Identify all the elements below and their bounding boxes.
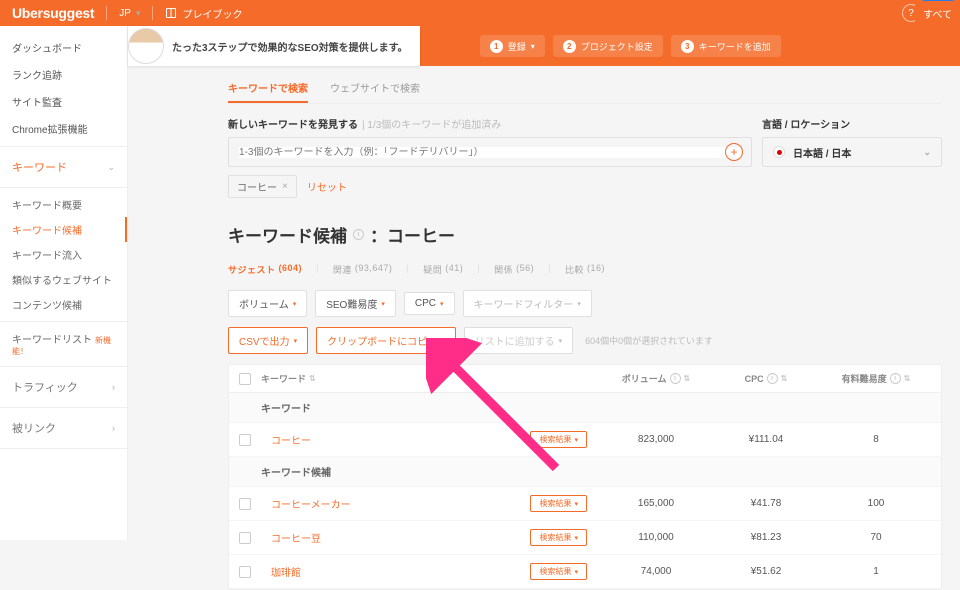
keyword-chip[interactable]: コーヒー× [228, 175, 297, 198]
keyword-link[interactable]: コーヒーメーカー [261, 496, 530, 511]
logo[interactable]: Ubersuggest [12, 5, 94, 21]
col-cpc[interactable]: CPCi⇅ [711, 373, 821, 384]
filter-seo[interactable]: SEO難易度▾ [315, 290, 396, 317]
keyword-input[interactable] [239, 147, 741, 158]
sidebar-item-chrome[interactable]: Chrome拡張機能 [0, 115, 127, 142]
subtab-questions[interactable]: 疑問 (41) [423, 263, 463, 276]
page-title: キーワード候補i：コーヒー [228, 222, 942, 247]
add-keyword-button[interactable]: + [725, 143, 743, 161]
chevron-right-icon: › [112, 423, 115, 433]
sidebar-section-traffic[interactable]: トラフィック› [0, 371, 127, 403]
info-icon[interactable]: i [353, 229, 364, 240]
cell-volume: 823,000 [601, 434, 711, 445]
step-text: たった3ステップで効果的なSEO対策を提供します。 [172, 39, 408, 54]
lang-label: 言語 / ロケーション [762, 120, 850, 131]
sidebar-item-dashboard[interactable]: ダッシュボード [0, 34, 127, 61]
book-icon [165, 7, 177, 19]
sidebar-section-keyword[interactable]: キーワード⌄ [0, 151, 127, 183]
chevron-down-icon: ⌄ [107, 162, 115, 173]
subtab-related[interactable]: 関連 (93,647) [333, 263, 393, 276]
beta-badge: BETA [922, 0, 954, 1]
lang-switch[interactable]: JP ▾ [119, 8, 140, 19]
chevron-right-icon: › [112, 382, 115, 392]
tab-keyword-search[interactable]: キーワードで検索 [228, 80, 308, 103]
sidebar-sub-similar[interactable]: 類似するウェブサイト [0, 267, 127, 292]
avatar [128, 28, 164, 64]
cell-cpc: ¥111.04 [711, 434, 821, 445]
col-volume[interactable]: ボリュームi⇅ [601, 372, 711, 385]
lang-select[interactable]: 日本語 / 日本 ⌄ [762, 137, 942, 167]
table-row: コーヒー豆 検索結果▾ 110,000 ¥81.23 70 [229, 521, 941, 555]
selection-count: 604個中0個が選択されています [585, 334, 713, 347]
row-checkbox[interactable] [239, 566, 251, 578]
serp-badge[interactable]: 検索結果▾ [530, 495, 587, 512]
step-add-keyword[interactable]: 3キーワードを追加 [671, 35, 781, 57]
jp-flag-icon [773, 146, 785, 158]
sidebar-keyword-list[interactable]: キーワードリスト新機能！ [0, 326, 127, 362]
cell-diff: 8 [821, 434, 931, 445]
col-difficulty[interactable]: 有料難易度i⇅ [821, 372, 931, 385]
col-keyword[interactable]: キーワード⇅ [261, 372, 601, 385]
filter-cpc[interactable]: CPC▾ [404, 292, 455, 315]
add-to-list-button[interactable]: リストに追加する▾ [464, 327, 574, 354]
row-checkbox[interactable] [239, 532, 251, 544]
export-csv-button[interactable]: CSVで出力▾ [228, 327, 308, 354]
sidebar-sub-overview[interactable]: キーワード概要 [0, 192, 127, 217]
sidebar: ダッシュボード ランク追跡 サイト監査 Chrome拡張機能 キーワード⌄ キー… [0, 26, 128, 540]
sidebar-sub-traffic[interactable]: キーワード流入 [0, 242, 127, 267]
serp-badge[interactable]: 検索結果▾ [530, 431, 587, 448]
info-icon[interactable]: i [670, 373, 681, 384]
keyword-link[interactable]: コーヒー [261, 432, 530, 447]
results-table: キーワード⇅ ボリュームi⇅ CPCi⇅ 有料難易度i⇅ キーワード コーヒー … [228, 364, 942, 590]
group-keyword: キーワード [229, 393, 941, 423]
filter-keyword[interactable]: キーワードフィルター▾ [463, 290, 592, 317]
sidebar-sub-content[interactable]: コンテンツ候補 [0, 292, 127, 317]
sidebar-item-audit[interactable]: サイト監査 [0, 88, 127, 115]
search-label: 新しいキーワードを発見する [228, 120, 358, 131]
row-checkbox[interactable] [239, 498, 251, 510]
table-row: コーヒーメーカー 検索結果▾ 165,000 ¥41.78 100 [229, 487, 941, 521]
info-icon[interactable]: i [890, 373, 901, 384]
select-all-checkbox[interactable] [239, 373, 251, 385]
sidebar-item-rank[interactable]: ランク追跡 [0, 61, 127, 88]
row-checkbox[interactable] [239, 434, 251, 446]
copy-clipboard-button[interactable]: クリップボードにコピー▾ [316, 327, 456, 354]
subtab-comparisons[interactable]: 比較 (16) [565, 263, 605, 276]
tab-website-search[interactable]: ウェブサイトで検索 [330, 80, 420, 103]
table-row: コーヒー 検索結果▾ 823,000 ¥111.04 8 [229, 423, 941, 457]
keyword-link[interactable]: コーヒー豆 [261, 530, 530, 545]
sidebar-sub-ideas[interactable]: キーワード候補 [0, 217, 127, 242]
sidebar-section-backlinks[interactable]: 被リンク› [0, 412, 127, 444]
chevron-down-icon: ⌄ [923, 147, 931, 158]
serp-badge[interactable]: 検索結果▾ [530, 529, 587, 546]
sort-icon: ⇅ [309, 374, 316, 383]
filter-volume[interactable]: ボリューム▾ [228, 290, 307, 317]
info-icon[interactable]: i [767, 373, 778, 384]
search-sublabel: | 1/3個のキーワードが追加済み [362, 120, 501, 131]
step-project[interactable]: 2プロジェクト設定 [553, 35, 663, 57]
subtab-suggest[interactable]: サジェスト (604) [228, 263, 302, 276]
table-row: 珈琲館 検索結果▾ 74,000 ¥51.62 1 [229, 555, 941, 589]
serp-badge[interactable]: 検索結果▾ [530, 563, 587, 580]
close-icon[interactable]: × [282, 181, 288, 192]
step-register[interactable]: 1登録▾ [480, 35, 545, 57]
subtab-prepositions[interactable]: 関係 (56) [494, 263, 534, 276]
playbook-link[interactable]: プレイブック [165, 6, 242, 21]
all-button[interactable]: すべて [915, 0, 960, 27]
keyword-link[interactable]: 珈琲館 [261, 564, 530, 579]
group-suggestions: キーワード候補 [229, 457, 941, 487]
reset-link[interactable]: リセット [307, 179, 347, 194]
